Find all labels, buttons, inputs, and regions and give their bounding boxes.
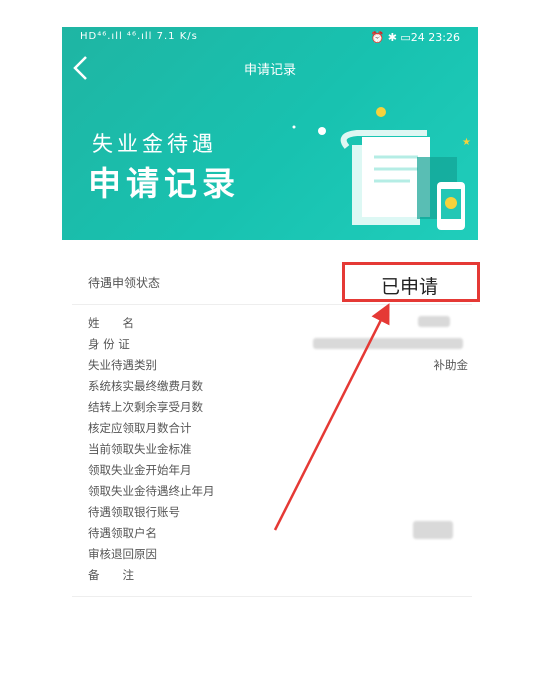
banner-illustration: ★ [292,107,471,230]
phone-illustration-icon [437,182,465,230]
nav-title: 申请记录 [243,63,296,78]
redacted-value [313,338,463,349]
field-label: 核定应领取月数合计 [88,421,192,435]
field-label: 系统核实最终缴费月数 [88,379,203,393]
field-label: 失业待遇类别 [88,358,157,372]
divider [72,596,472,597]
banner-title: 申请记录 [88,164,240,203]
field-label: 待遇领取户名 [88,526,157,540]
field-label: 结转上次剩余享受月数 [88,400,203,414]
field-row: 审核退回原因 [88,546,468,566]
status-bar-left: HD⁴⁶.ıll ⁴⁶.ıll 7.1 K/s [80,31,198,42]
field-row: 核定应领取月数合计 [88,420,468,440]
field-row: 备 注 [88,567,468,587]
status-row: 待遇申领状态 已申请 [72,262,480,305]
status-label: 待遇申领状态 [88,276,161,290]
field-row: 系统核实最终缴费月数 [88,378,468,398]
redacted-value [413,521,453,539]
field-label: 审核退回原因 [88,547,157,561]
field-label: 领取失业金开始年月 [88,463,192,477]
redacted-value [418,316,450,327]
field-row-account-name: 待遇领取户名 [88,521,468,545]
field-row-name: 姓 名 [88,315,468,335]
field-row-id: 身 份 证 [88,336,468,356]
field-row: 领取失业金待遇终止年月 [88,483,468,503]
field-label: 待遇领取银行账号 [88,505,180,519]
field-label: 姓 名 [88,316,134,330]
banner-subtitle: 失业金待遇 [92,132,217,156]
field-label: 领取失业金待遇终止年月 [88,484,215,498]
field-value: 补助金 [433,358,469,372]
field-row: 当前领取失业金标准 [88,441,468,461]
field-row-type: 失业待遇类别 补助金 [88,357,468,377]
status-highlight-box: 已申请 [342,262,480,302]
field-row: 待遇领取银行账号 [88,504,468,524]
status-bar-right: ⏰ ✱ ▭24 23:26 [370,31,461,44]
status-bar: HD⁴⁶.ıll ⁴⁶.ıll 7.1 K/s ⏰ ✱ ▭24 23:26 [62,27,478,49]
field-row: 领取失业金开始年月 [88,462,468,482]
nav-bar: 申请记录 [62,51,478,85]
field-row: 结转上次剩余享受月数 [88,399,468,419]
field-label: 身 份 证 [88,337,130,351]
app-header: HD⁴⁶.ıll ⁴⁶.ıll 7.1 K/s ⏰ ✱ ▭24 23:26 申请… [62,27,478,240]
svg-text:★: ★ [462,137,471,148]
field-label: 当前领取失业金标准 [88,442,192,456]
status-value: 已申请 [381,276,439,298]
field-label: 备 注 [88,568,134,582]
